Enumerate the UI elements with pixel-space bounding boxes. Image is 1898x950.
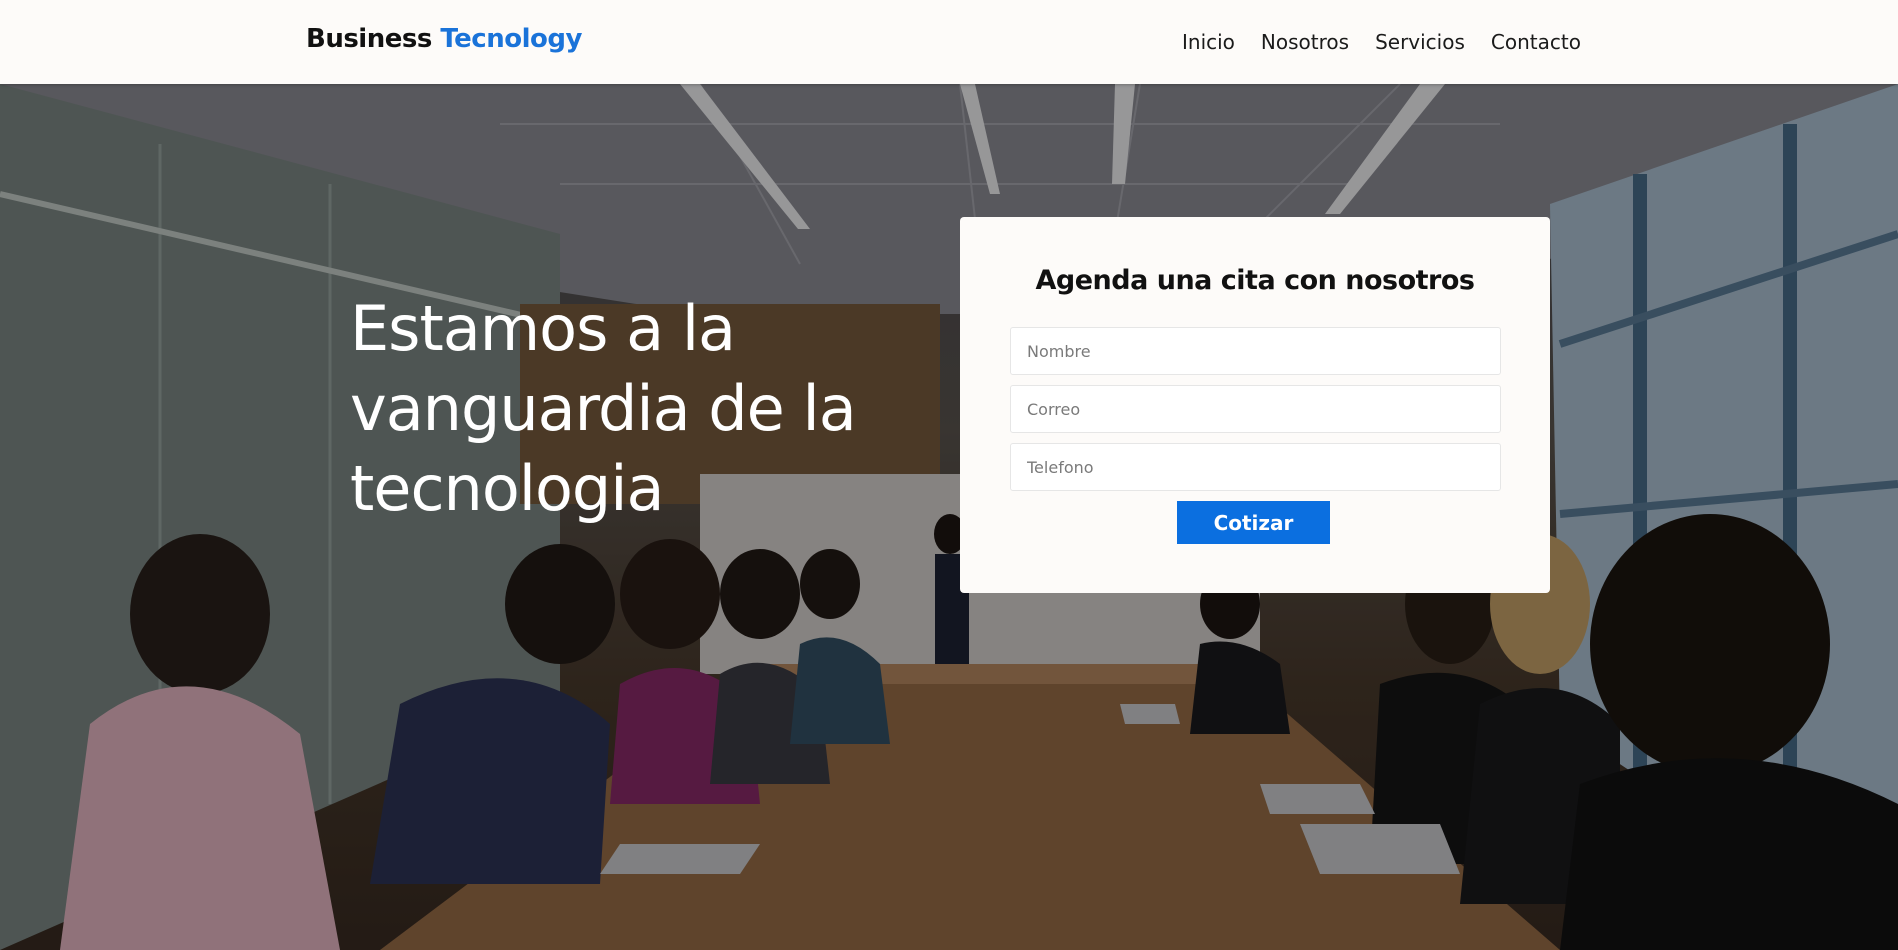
- logo[interactable]: Business Tecnology: [306, 24, 582, 54]
- nav-link-contacto[interactable]: Contacto: [1491, 30, 1581, 54]
- appointment-form-card: Agenda una cita con nosotros Cotizar: [960, 217, 1550, 593]
- nav-link-inicio[interactable]: Inicio: [1182, 30, 1235, 54]
- email-input[interactable]: [1010, 385, 1501, 433]
- site-header: Business Tecnology Inicio Nosotros Servi…: [0, 0, 1898, 84]
- nav-link-servicios[interactable]: Servicios: [1375, 30, 1465, 54]
- hero-overlay: [0, 84, 1898, 950]
- main-nav: Inicio Nosotros Servicios Contacto: [1182, 30, 1607, 54]
- hero-headline: Estamos a la vanguardia de la tecnologia: [350, 292, 857, 525]
- form-title: Agenda una cita con nosotros: [1035, 265, 1475, 296]
- logo-text-tecnology: Tecnology: [440, 24, 582, 54]
- phone-input[interactable]: [1010, 443, 1501, 491]
- hero-section: Estamos a la vanguardia de la tecnologia…: [0, 84, 1898, 950]
- nav-link-nosotros[interactable]: Nosotros: [1261, 30, 1349, 54]
- cotizar-button[interactable]: Cotizar: [1177, 501, 1330, 544]
- logo-text-business: Business: [306, 24, 432, 54]
- name-input[interactable]: [1010, 327, 1501, 375]
